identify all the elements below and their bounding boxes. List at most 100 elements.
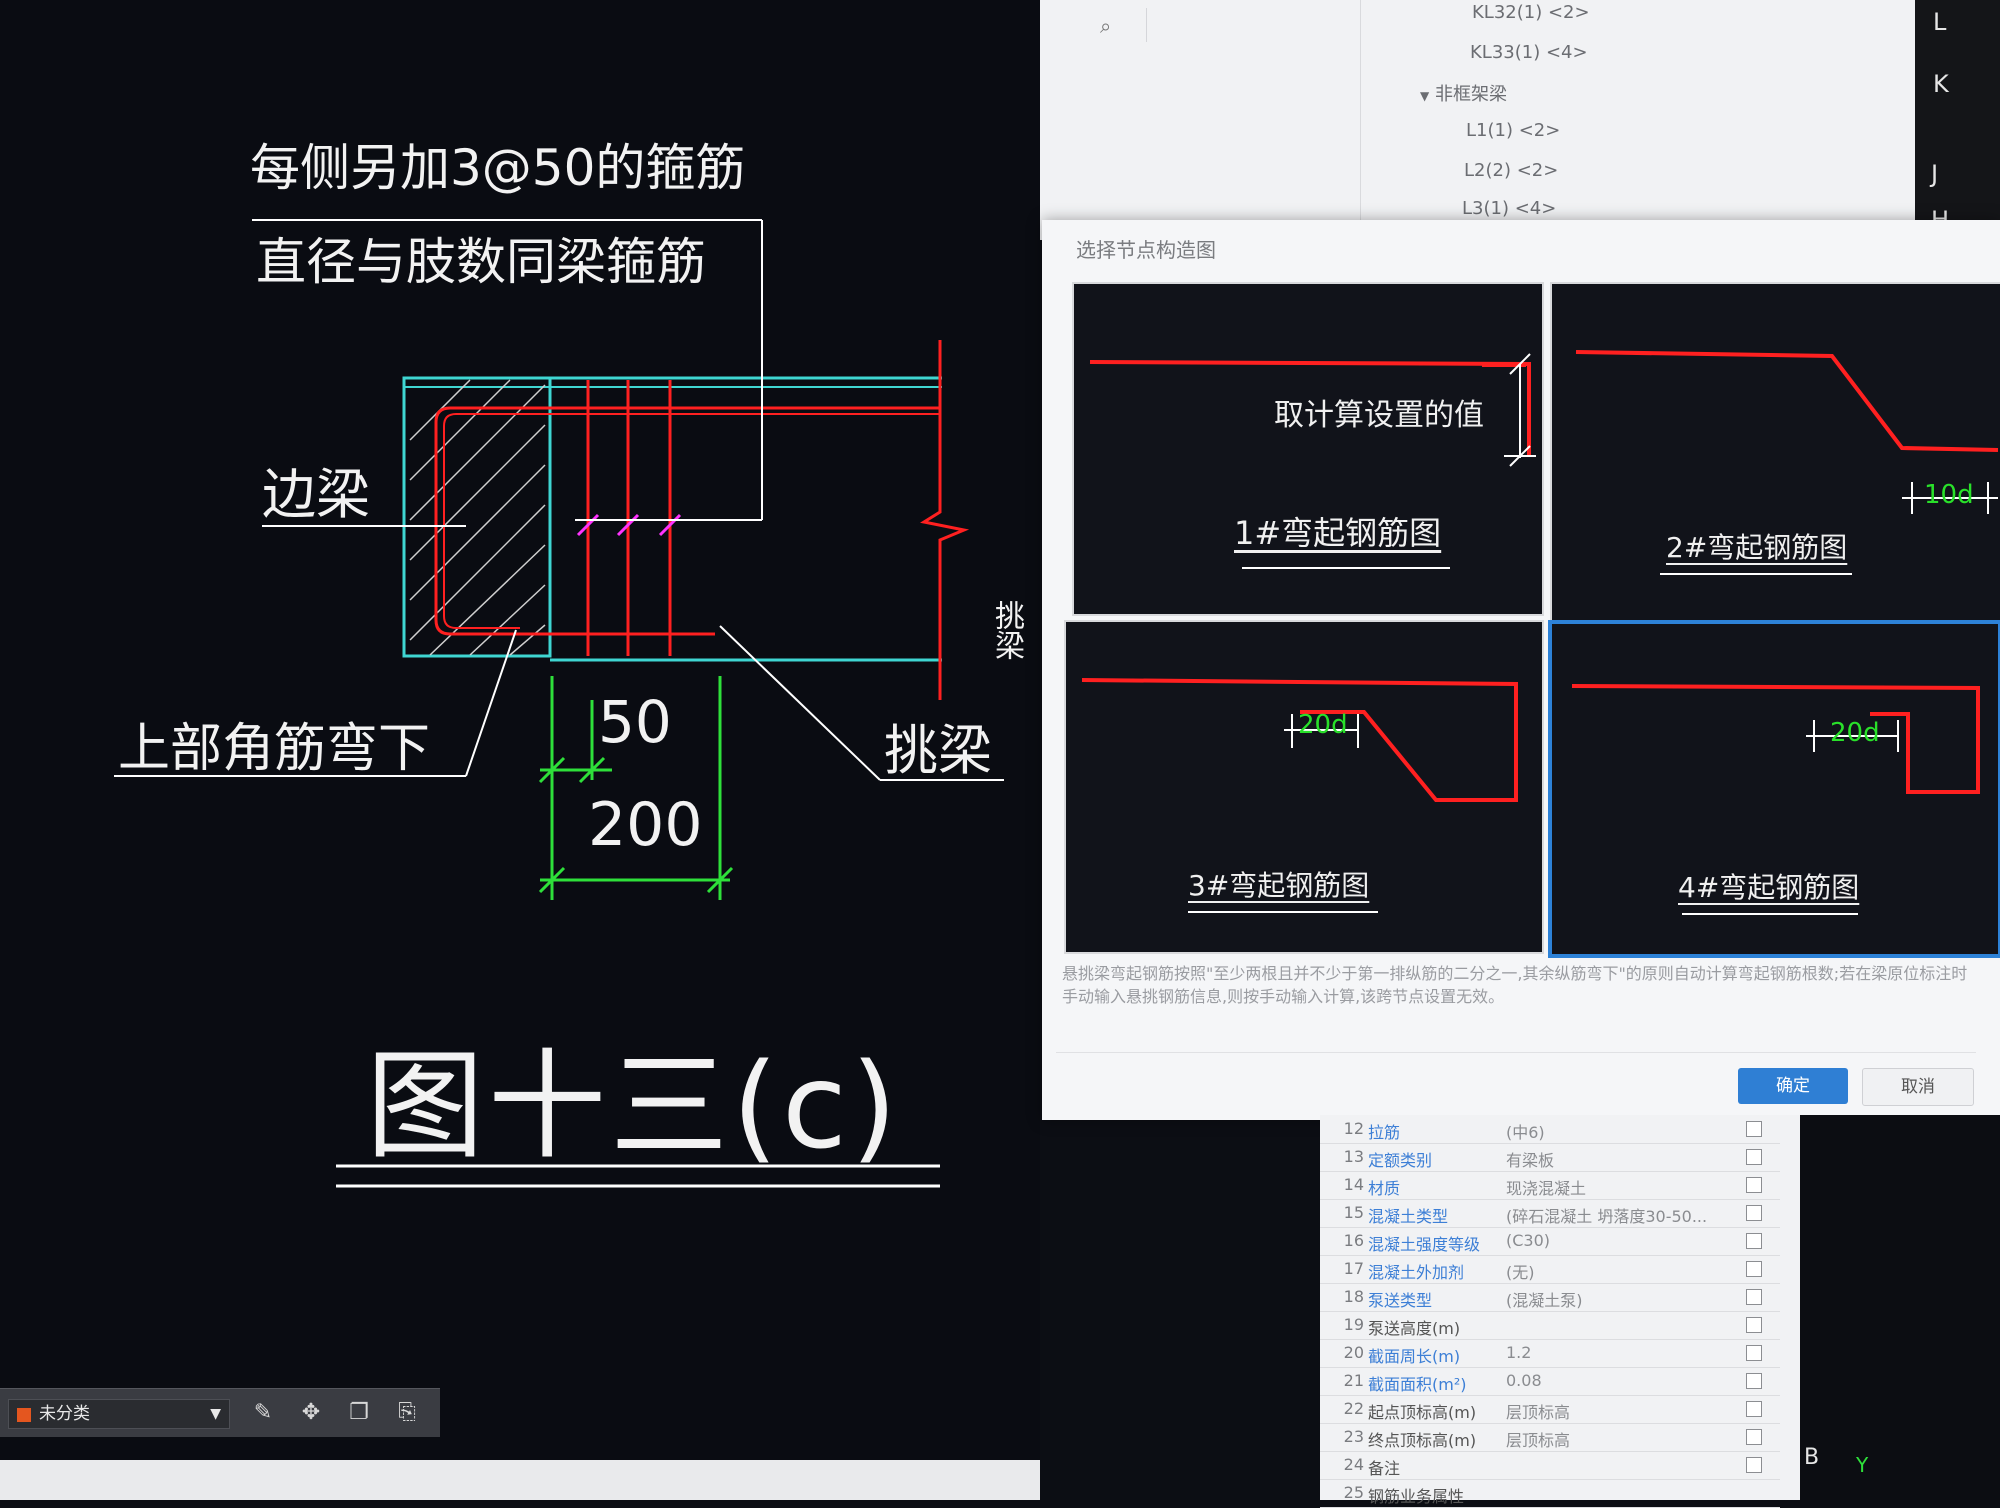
table-row[interactable]: 17 混凝土外加剂 (无) [1320,1255,1780,1284]
layer-color-swatch [17,1408,31,1422]
table-row[interactable]: 24 备注 [1320,1451,1780,1480]
table-row[interactable]: 21 截面面积(m²) 0.08 [1320,1367,1780,1396]
property-value[interactable]: (C30) [1506,1231,1550,1250]
node-select-dialog: 选择节点构造图 取计算设置的值 1#弯起钢筋图 10d 2#弯起钢筋图 20d … [1042,220,2000,1120]
table-row[interactable]: 25 钢筋业务属性 [1320,1479,1780,1508]
row-number: 15 [1343,1203,1364,1222]
property-value[interactable]: 1.2 [1506,1343,1531,1362]
property-checkbox[interactable] [1746,1121,1762,1137]
property-checkbox[interactable] [1746,1401,1762,1417]
property-name: 截面面积(m²) [1368,1375,1467,1394]
property-name: 材质 [1368,1179,1401,1198]
tree-item-kl32[interactable]: KL32(1) <2> [1472,2,1590,23]
cad-viewport[interactable]: 每侧另加3@50的箍筋 直径与肢数同梁箍筋 边梁 上部角筋弯下 挑梁 挑梁 50… [0,0,1040,1460]
property-name: 泵送类型 [1368,1291,1433,1310]
cancel-button[interactable]: 取消 [1862,1068,1974,1106]
row-number: 23 [1343,1427,1364,1446]
ok-button[interactable]: 确定 [1738,1068,1848,1104]
table-row[interactable]: 20 截面周长(m) 1.2 [1320,1339,1780,1368]
chevron-down-icon: ▼ [210,1406,221,1422]
edit-icon[interactable]: ✎ [248,1399,278,1427]
row-number: 14 [1343,1175,1364,1194]
move-icon[interactable]: ✥ [296,1399,326,1427]
property-name: 泵送高度(m) [1368,1319,1461,1338]
tree-search[interactable]: ⌕ [1062,8,1147,42]
property-value[interactable]: (碎石混凝土 坍落度30-50... [1506,1203,1707,1227]
property-checkbox[interactable] [1746,1457,1762,1473]
property-value[interactable]: 现浇混凝土 [1506,1175,1586,1199]
property-checkbox[interactable] [1746,1317,1762,1333]
node-2-caption: 2#弯起钢筋图 [1666,531,1848,564]
table-row[interactable]: 18 泵送类型 (混凝土泵) [1320,1283,1780,1312]
row-number: 16 [1343,1231,1364,1250]
tree-group-label: 非框架梁 [1434,84,1507,105]
copy-icon[interactable]: ❐ [344,1399,374,1427]
property-name: 截面周长(m) [1368,1347,1461,1366]
table-row[interactable]: 19 泵送高度(m) [1320,1311,1780,1340]
property-value[interactable]: 有梁板 [1506,1147,1554,1171]
node-1-drawing [1089,353,1536,569]
tree-item-l3[interactable]: L3(1) <4> [1462,198,1556,219]
node-option-1[interactable]: 取计算设置的值 1#弯起钢筋图 [1072,282,1544,616]
tree-divider [1360,0,1361,240]
node-1-caption: 1#弯起钢筋图 [1234,514,1442,552]
table-row[interactable]: 23 终点顶标高(m) 层顶标高 [1320,1423,1780,1452]
node-4-dim: 20d [1830,718,1880,748]
property-value[interactable]: (无) [1506,1259,1535,1283]
paste-icon[interactable]: ⎘ [392,1399,422,1427]
cantilever-leader-d [719,625,881,781]
table-row[interactable]: 12 拉筋 (中6) [1320,1115,1780,1144]
component-tree-panel: ⌕ KL32(1) <2> KL33(1) <4> ▼ 非框架梁 L1(1) <… [1040,0,1920,246]
property-checkbox[interactable] [1746,1261,1762,1277]
row-number: 22 [1343,1399,1364,1418]
table-row[interactable]: 15 混凝土类型 (碎石混凝土 坍落度30-50... [1320,1199,1780,1228]
row-number: 25 [1343,1483,1364,1502]
label-top-bar: 上部角筋弯下 [118,719,431,779]
note-line-2: 直径与肢数同梁箍筋 [256,233,706,291]
layer-toolbar: 未分类 ▼ ✎ ✥ ❐ ⎘ [0,1388,440,1437]
layer-select[interactable]: 未分类 ▼ [8,1399,230,1429]
tree-group-non-frame-beam[interactable]: ▼ 非框架梁 [1420,80,1507,106]
table-row[interactable]: 13 定额类别 有梁板 [1320,1143,1780,1172]
layer-label: 未分类 [39,1404,90,1424]
property-checkbox[interactable] [1746,1233,1762,1249]
property-value[interactable]: 层顶标高 [1506,1399,1570,1423]
tree-item-kl33[interactable]: KL33(1) <4> [1470,42,1588,63]
tree-item-l1[interactable]: L1(1) <2> [1466,120,1560,141]
axis-label-l: L [1933,8,1947,36]
row-number: 20 [1343,1343,1364,1362]
dialog-description: 悬挑梁弯起钢筋按照"至少两根且并不少于第一排纵筋的二分之一,其余纵筋弯下"的原则… [1062,964,1968,1006]
property-checkbox[interactable] [1746,1345,1762,1361]
node-option-2[interactable]: 10d 2#弯起钢筋图 [1550,282,2000,624]
table-row[interactable]: 16 混凝土强度等级 (C30) [1320,1227,1780,1256]
property-checkbox[interactable] [1746,1373,1762,1389]
property-name: 混凝土类型 [1368,1207,1449,1226]
property-value[interactable]: (混凝土泵) [1506,1287,1583,1311]
break-line [920,340,970,700]
node-3-caption: 3#弯起钢筋图 [1188,869,1370,902]
drawing-area-right[interactable]: B Y [1800,1115,2000,1500]
tree-item-l2[interactable]: L2(2) <2> [1464,160,1558,181]
dim-50: 50 [598,688,672,756]
node-option-3[interactable]: 20d 3#弯起钢筋图 [1064,620,1544,954]
property-name: 终点顶标高(m) [1368,1431,1477,1450]
property-checkbox[interactable] [1746,1289,1762,1305]
property-checkbox[interactable] [1746,1149,1762,1165]
property-value[interactable]: (中6) [1506,1119,1545,1143]
property-checkbox[interactable] [1746,1177,1762,1193]
property-name: 混凝土强度等级 [1368,1235,1481,1254]
label-side: 挑梁 [989,600,1024,660]
property-checkbox[interactable] [1746,1205,1762,1221]
row-number: 19 [1343,1315,1364,1334]
node-option-4[interactable]: 20d 4#弯起钢筋图 [1548,620,2000,958]
table-row[interactable]: 22 起点顶标高(m) 层顶标高 [1320,1395,1780,1424]
dim-200: 200 [588,790,703,860]
property-checkbox[interactable] [1746,1429,1762,1445]
edge-beam-outline [402,376,552,658]
table-row[interactable]: 14 材质 现浇混凝土 [1320,1171,1780,1200]
row-number: 17 [1343,1259,1364,1278]
axis-label-b: B [1804,1445,1820,1470]
property-value[interactable]: 层顶标高 [1506,1427,1570,1451]
property-value[interactable]: 0.08 [1506,1371,1542,1390]
axis-label-k: K [1933,70,1949,98]
